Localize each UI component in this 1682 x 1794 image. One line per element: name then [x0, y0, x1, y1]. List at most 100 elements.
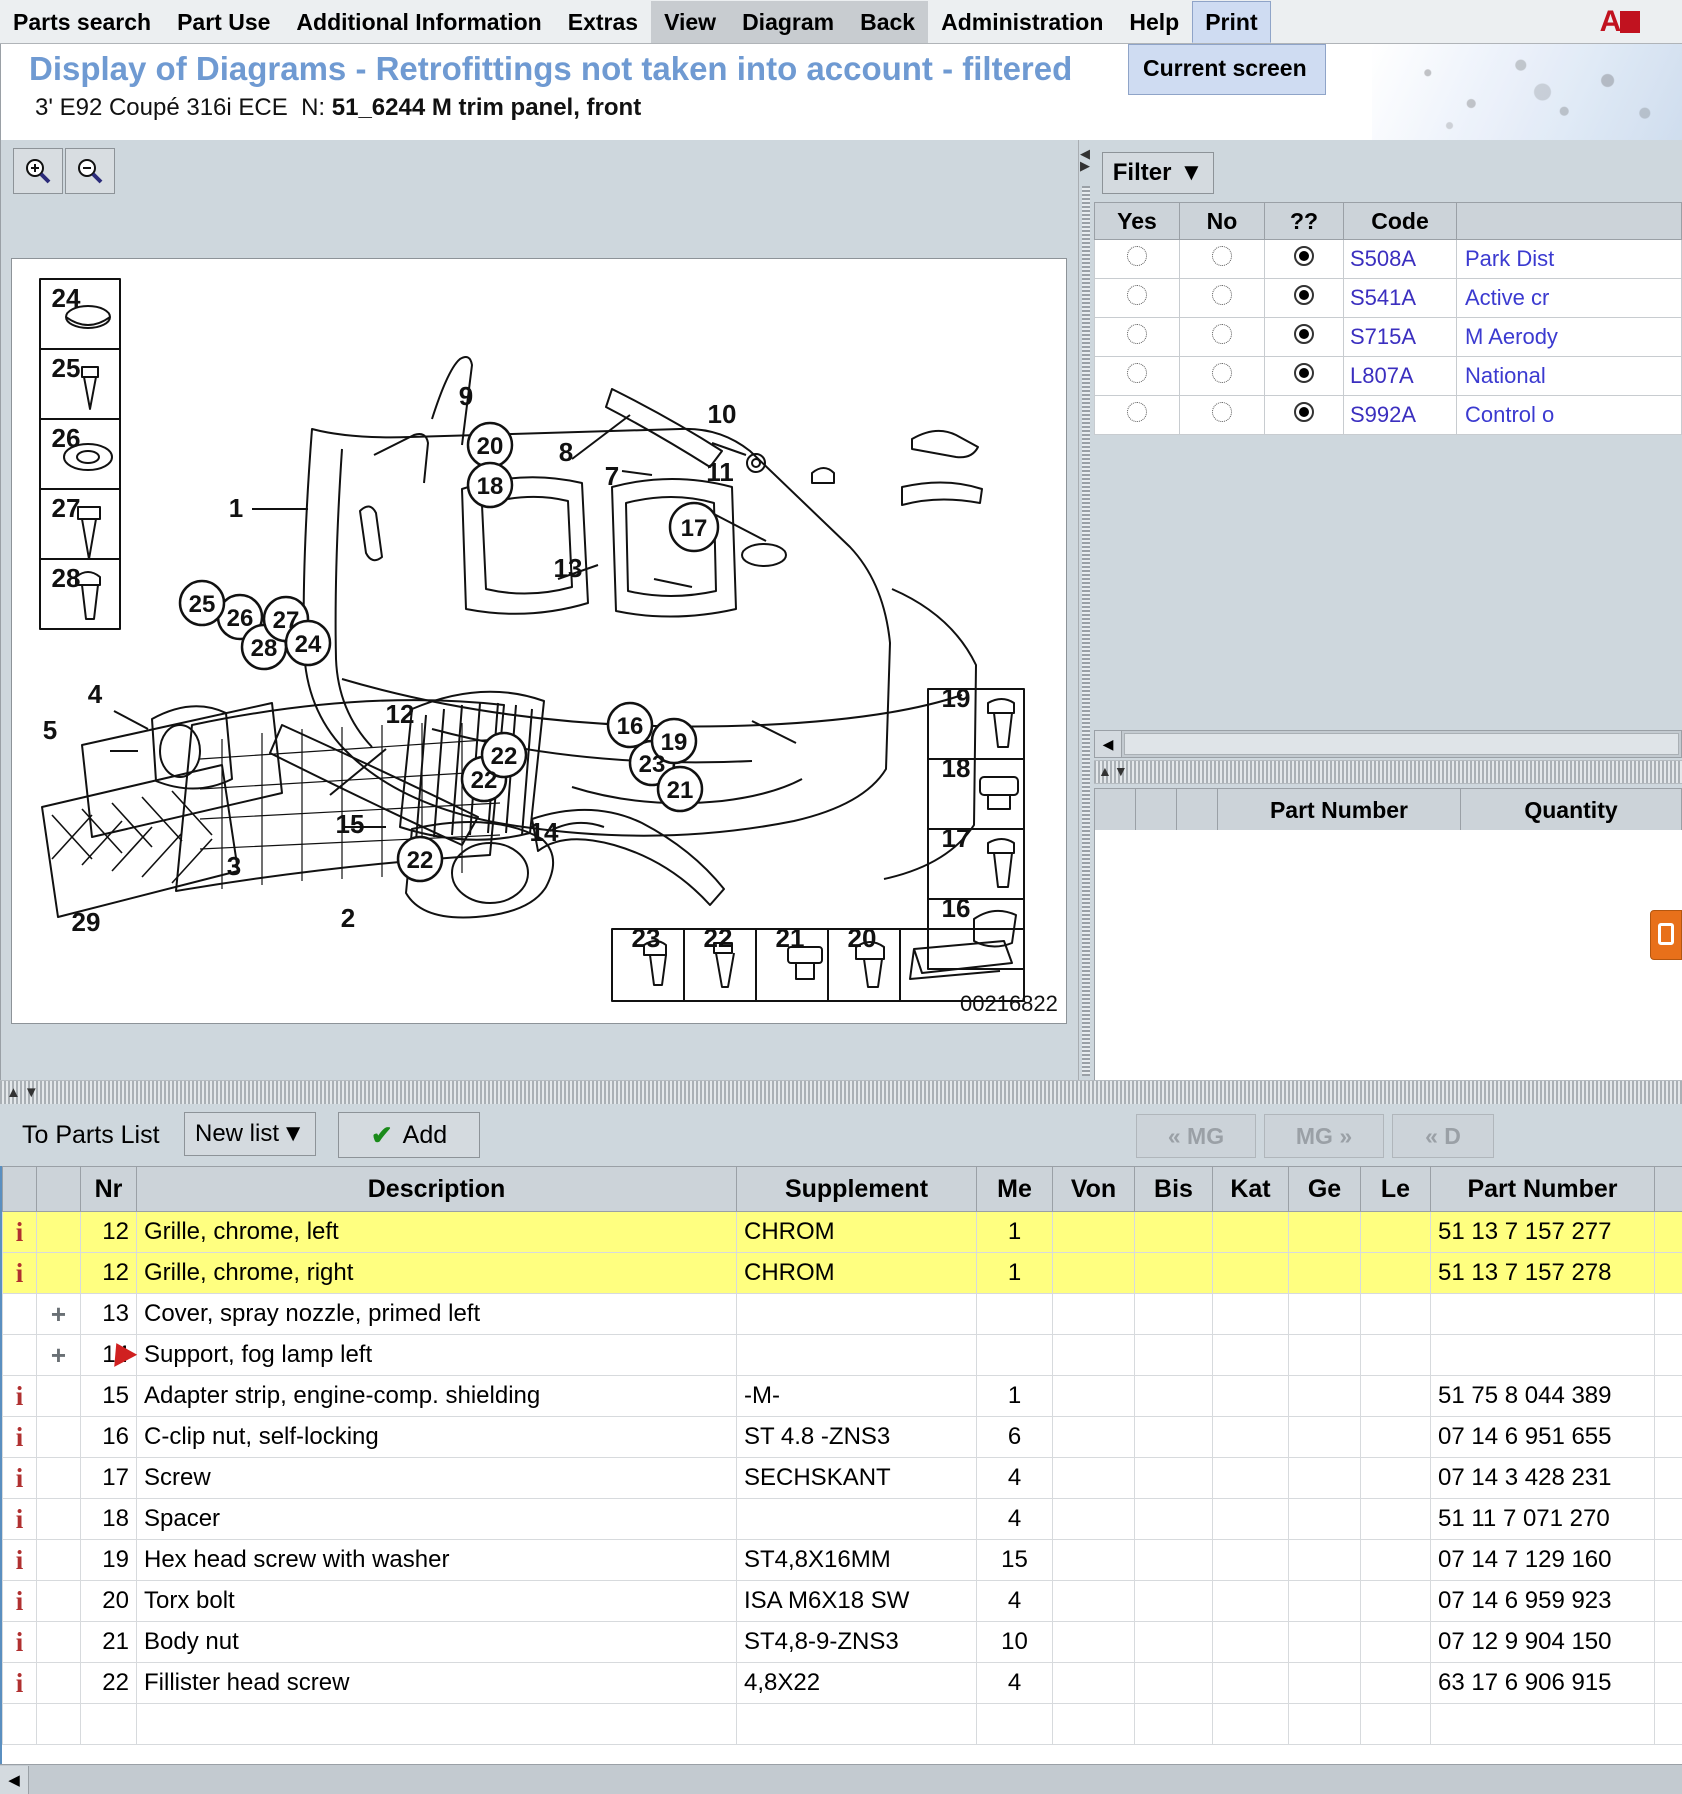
option-description[interactable]: Active cr	[1456, 278, 1682, 318]
splitter-collapse-arrows[interactable]: ◀ ▶	[1080, 147, 1092, 172]
row-info-icon[interactable]	[2, 1293, 37, 1335]
parts-col-part-number[interactable]: Part Number	[1430, 1166, 1655, 1212]
col-no[interactable]: No	[1179, 202, 1265, 240]
row-expand-icon[interactable]	[36, 1621, 81, 1663]
parts-col-bis[interactable]: Bis	[1134, 1166, 1213, 1212]
radio-no[interactable]	[1179, 317, 1265, 357]
scroll-left-icon[interactable]: ◀	[1095, 731, 1122, 757]
menu-option-current-screen[interactable]: Current screen	[1143, 55, 1307, 81]
parts-col-me[interactable]: Me	[976, 1166, 1053, 1212]
radio-unknown[interactable]	[1264, 395, 1344, 435]
option-code-row[interactable]: S541A Active cr	[1094, 278, 1682, 318]
row-expand-icon[interactable]	[36, 1416, 81, 1458]
row-expand-icon[interactable]	[36, 1498, 81, 1540]
bookmark-icon[interactable]	[1650, 910, 1682, 960]
next-mg-button[interactable]: MG »	[1264, 1114, 1384, 1158]
filter-dropdown-button[interactable]: Filter ▼	[1102, 152, 1214, 194]
row-expand-icon[interactable]	[36, 1457, 81, 1499]
row-expand-icon[interactable]: +	[36, 1293, 81, 1335]
menu-item-diagram[interactable]: Diagram	[729, 0, 848, 43]
radio-unknown[interactable]	[1264, 317, 1344, 357]
row-expand-icon[interactable]	[36, 1580, 81, 1622]
parts-col-supplement[interactable]: Supplement	[736, 1166, 977, 1212]
radio-unknown[interactable]	[1264, 239, 1344, 279]
row-expand-icon[interactable]	[36, 1252, 81, 1294]
row-info-icon[interactable]: i	[2, 1252, 37, 1294]
table-row[interactable]: i 15 Adapter strip, engine-comp. shieldi…	[2, 1375, 1682, 1417]
row-expand-icon[interactable]: +	[36, 1334, 81, 1376]
table-row[interactable]: + 14 Support, fog lamp left	[2, 1334, 1682, 1376]
radio-no[interactable]	[1179, 395, 1265, 435]
radio-no[interactable]	[1179, 239, 1265, 279]
option-code-row[interactable]: S992A Control o	[1094, 395, 1682, 435]
parts-col-le[interactable]: Le	[1360, 1166, 1431, 1212]
option-code[interactable]: S541A	[1343, 278, 1457, 318]
option-code-row[interactable]: S508A Park Dist	[1094, 239, 1682, 279]
menu-item-parts-search[interactable]: Parts search	[0, 1, 164, 43]
option-code[interactable]: S715A	[1343, 317, 1457, 357]
row-info-icon[interactable]: i	[2, 1457, 37, 1499]
print-menu-dropdown[interactable]: Current screen	[1128, 44, 1326, 95]
add-button[interactable]: ✔ Add	[338, 1112, 480, 1158]
radio-yes[interactable]	[1094, 356, 1180, 396]
main-splitter-updown-arrows[interactable]: ▲▼	[6, 1085, 42, 1100]
prev-d-button[interactable]: « D	[1392, 1114, 1494, 1158]
row-info-icon[interactable]: i	[2, 1662, 37, 1704]
radio-no[interactable]	[1179, 356, 1265, 396]
table-row[interactable]: i 12 Grille, chrome, left CHROM 1 51 13 …	[2, 1211, 1682, 1253]
col-description[interactable]	[1456, 202, 1682, 240]
table-row[interactable]: + 13 Cover, spray nozzle, primed left	[2, 1293, 1682, 1335]
row-info-icon[interactable]: i	[2, 1539, 37, 1581]
table-row[interactable]: i 17 Screw SECHSKANT 4 07 14 3 428 231	[2, 1457, 1682, 1499]
table-row[interactable]: i 22 Fillister head screw 4,8X22 4 63 17…	[2, 1662, 1682, 1704]
row-expand-icon[interactable]	[36, 1211, 81, 1253]
option-code[interactable]: S508A	[1343, 239, 1457, 279]
menu-item-back[interactable]: Back	[847, 0, 929, 43]
table-row[interactable]: i 19 Hex head screw with washer ST4,8X16…	[2, 1539, 1682, 1581]
radio-yes[interactable]	[1094, 395, 1180, 435]
table-row[interactable]: i 18 Spacer 4 51 11 7 071 270	[2, 1498, 1682, 1540]
parts-list-select[interactable]: New list ▼	[184, 1112, 316, 1156]
row-info-icon[interactable]	[2, 1334, 37, 1376]
option-description[interactable]: National	[1456, 356, 1682, 396]
row-info-icon[interactable]: i	[2, 1498, 37, 1540]
parts-col-kat[interactable]: Kat	[1212, 1166, 1289, 1212]
parts-col-ge[interactable]: Ge	[1288, 1166, 1361, 1212]
table-row[interactable]: i 12 Grille, chrome, right CHROM 1 51 13…	[2, 1252, 1682, 1294]
menu-item-help[interactable]: Help	[1116, 1, 1192, 43]
radio-unknown[interactable]	[1264, 278, 1344, 318]
menu-item-view[interactable]: View	[651, 0, 730, 43]
radio-yes[interactable]	[1094, 239, 1180, 279]
parts-list-table-container[interactable]: Nr Description Supplement Me Von Bis Kat…	[0, 1166, 1682, 1770]
filter-horizontal-scrollbar[interactable]: ◀	[1094, 730, 1682, 758]
col-yes[interactable]: Yes	[1094, 202, 1180, 240]
parts-col-description[interactable]: Description	[136, 1166, 737, 1212]
table-row[interactable]: i 21 Body nut ST4,8-9-ZNS3 10 07 12 9 90…	[2, 1621, 1682, 1663]
menu-item-extras[interactable]: Extras	[555, 1, 651, 43]
option-description[interactable]: M Aerody	[1456, 317, 1682, 357]
splitter-updown-arrows[interactable]: ▲▼	[1098, 764, 1130, 778]
row-expand-icon[interactable]	[36, 1375, 81, 1417]
radio-yes[interactable]	[1094, 317, 1180, 357]
scroll-left-icon[interactable]: ◀	[0, 1765, 29, 1794]
menu-item-print[interactable]: Print	[1192, 0, 1271, 43]
menu-item-part-use[interactable]: Part Use	[164, 1, 283, 43]
zoom-in-button[interactable]	[13, 148, 63, 194]
option-code-row[interactable]: S715A M Aerody	[1094, 317, 1682, 357]
right-horizontal-splitter[interactable]: ▲▼	[1094, 760, 1682, 784]
zoom-out-button[interactable]	[65, 148, 115, 194]
row-expand-icon[interactable]	[36, 1662, 81, 1704]
option-code[interactable]: L807A	[1343, 356, 1457, 396]
radio-yes[interactable]	[1094, 278, 1180, 318]
detail-col-quantity[interactable]: Quantity	[1460, 788, 1682, 832]
parts-col-nr[interactable]: Nr	[80, 1166, 137, 1212]
option-description[interactable]: Control o	[1456, 395, 1682, 435]
radio-unknown[interactable]	[1264, 356, 1344, 396]
part-diagram-canvas[interactable]: 242526 2728 16 987 131011 121514 453 229…	[11, 258, 1067, 1024]
prev-mg-button[interactable]: « MG	[1136, 1114, 1256, 1158]
row-info-icon[interactable]: i	[2, 1375, 37, 1417]
parts-list-horizontal-scrollbar[interactable]: ◀	[0, 1764, 1682, 1794]
parts-col-von[interactable]: Von	[1052, 1166, 1135, 1212]
row-info-icon[interactable]: i	[2, 1621, 37, 1663]
scroll-thumb[interactable]	[1124, 733, 1679, 755]
